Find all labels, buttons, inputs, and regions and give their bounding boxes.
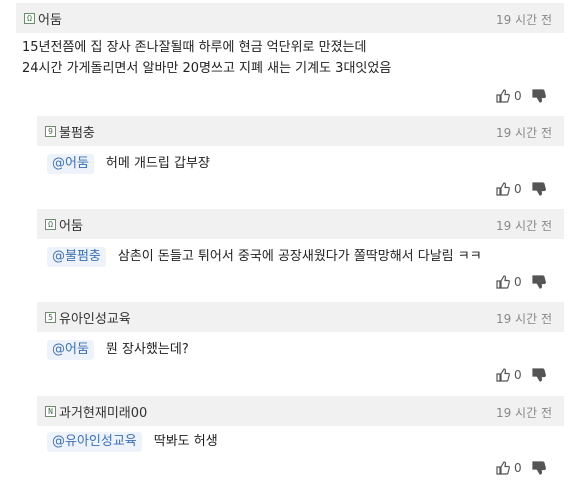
author-nickname[interactable]: 어둠 xyxy=(38,9,62,28)
thumbs-up-icon[interactable] xyxy=(496,89,510,103)
comment-header: Ω 어둠 19 시간 전 xyxy=(16,3,564,33)
comment-text: @유아인성교육 딱봐도 허생 xyxy=(47,431,218,452)
like-count: 0 xyxy=(514,182,522,196)
comment-line: 24시간 가게돌리면서 알바만 20명쓰고 지폐 새는 기계도 3대잇었음 xyxy=(22,61,392,76)
vote-bar: 0 xyxy=(496,368,546,382)
timestamp: 19 시간 전 xyxy=(495,406,552,420)
timestamp: 19 시간 전 xyxy=(495,126,552,140)
level-icon: 9 xyxy=(45,125,56,137)
comment-1: Ω 어둠 19 시간 전 15년전쯤에 집 장사 존나잘될때 하루에 현금 억단… xyxy=(16,3,564,111)
thumbs-up-icon[interactable] xyxy=(496,461,510,475)
like-count: 0 xyxy=(514,89,522,103)
comment-text: @어둠 허메 개드립 갑부쟝 xyxy=(47,153,210,174)
reply-comment: 9 불펌충 19 시간 전 @어둠 허메 개드립 갑부쟝 0 xyxy=(37,116,564,204)
like-count: 0 xyxy=(514,461,522,475)
like-count: 0 xyxy=(514,275,522,289)
mention-tag[interactable]: @유아인성교육 xyxy=(47,432,142,452)
reply-comment: 5 유아인성교육 19 시간 전 @어둠 뭔 장사했는데? 0 xyxy=(37,302,564,390)
comment-header: Ω 어둠 19 시간 전 xyxy=(37,209,564,239)
thumbs-down-icon[interactable] xyxy=(532,89,546,103)
level-icon: Ω xyxy=(24,12,35,24)
thumbs-down-icon[interactable] xyxy=(532,368,546,382)
vote-bar: 0 xyxy=(496,461,546,475)
comment-header: 5 유아인성교육 19 시간 전 xyxy=(37,302,564,332)
author-nickname[interactable]: 불펌충 xyxy=(59,122,95,141)
comment-header: 9 불펌충 19 시간 전 xyxy=(37,116,564,146)
comment-body: 딱봐도 허생 xyxy=(153,434,218,449)
like-count: 0 xyxy=(514,368,522,382)
timestamp: 19 시간 전 xyxy=(495,312,552,326)
author-nickname[interactable]: 유아인성교육 xyxy=(59,308,131,327)
author-nickname[interactable]: 과거현재미래00 xyxy=(59,402,147,421)
vote-bar: 0 xyxy=(496,89,546,103)
reply-comment: Ω 어둠 19 시간 전 @불펌충 삼촌이 돈들고 튀어서 중국에 공장새웠다가 … xyxy=(37,209,564,297)
comment-body: 삼촌이 돈들고 튀어서 중국에 공장새웠다가 쫄딱망해서 다날림 ㅋㅋ xyxy=(117,249,482,264)
thumbs-up-icon[interactable] xyxy=(496,368,510,382)
comment-body: 허메 개드립 갑부쟝 xyxy=(105,156,210,171)
level-icon: N xyxy=(45,405,56,417)
comment-body: 뭔 장사했는데? xyxy=(105,342,189,357)
thumbs-up-icon[interactable] xyxy=(496,275,510,289)
reply-comment: N 과거현재미래00 19 시간 전 @유아인성교육 딱봐도 허생 0 xyxy=(37,396,564,480)
mention-tag[interactable]: @어둠 xyxy=(47,154,94,174)
thumbs-down-icon[interactable] xyxy=(532,461,546,475)
timestamp: 19 시간 전 xyxy=(495,13,552,27)
thumbs-up-icon[interactable] xyxy=(496,182,510,196)
mention-tag[interactable]: @불펌충 xyxy=(47,247,106,267)
level-icon: Ω xyxy=(45,218,56,230)
vote-bar: 0 xyxy=(496,182,546,196)
comment-text: 15년전쯤에 집 장사 존나잘될때 하루에 현금 억단위로 만졌는데 24시간 … xyxy=(22,37,391,79)
vote-bar: 0 xyxy=(496,275,546,289)
thumbs-down-icon[interactable] xyxy=(532,275,546,289)
comment-text: @어둠 뭔 장사했는데? xyxy=(47,339,189,360)
mention-tag[interactable]: @어둠 xyxy=(47,340,94,360)
comment-header: N 과거현재미래00 19 시간 전 xyxy=(37,396,564,426)
timestamp: 19 시간 전 xyxy=(495,219,552,233)
thumbs-down-icon[interactable] xyxy=(532,182,546,196)
comment-line: 15년전쯤에 집 장사 존나잘될때 하루에 현금 억단위로 만졌는데 xyxy=(22,40,367,55)
comment-text: @불펌충 삼촌이 돈들고 튀어서 중국에 공장새웠다가 쫄딱망해서 다날림 ㅋㅋ xyxy=(47,246,482,267)
level-icon: 5 xyxy=(45,311,56,323)
author-nickname[interactable]: 어둠 xyxy=(59,215,83,234)
